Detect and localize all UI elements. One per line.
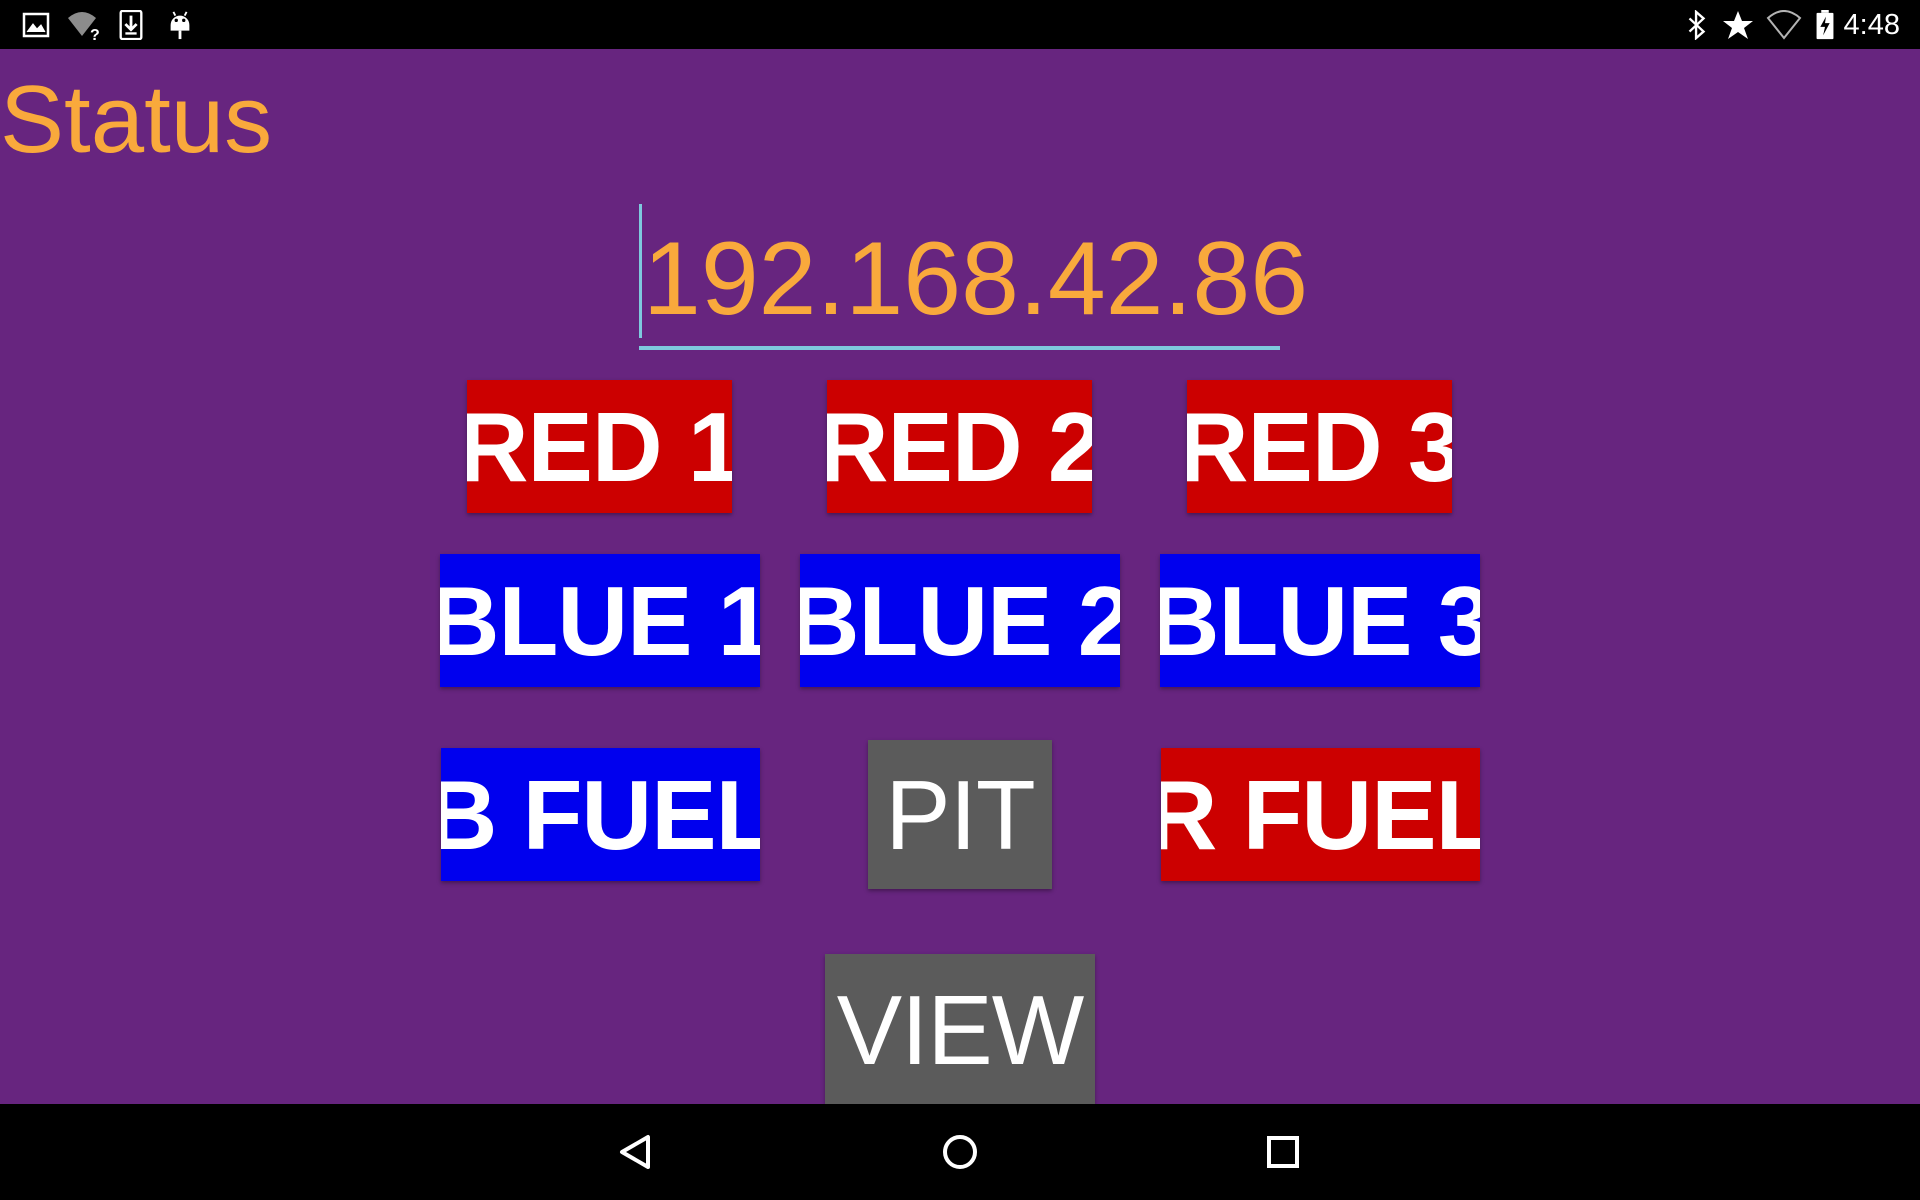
clock: 4:48 bbox=[1843, 9, 1900, 41]
wifi-icon bbox=[1766, 10, 1802, 40]
blue-2-button[interactable]: BLUE 2 bbox=[800, 554, 1120, 687]
bluetooth-icon bbox=[1688, 10, 1706, 40]
pit-button[interactable]: PIT bbox=[868, 740, 1052, 889]
back-icon[interactable] bbox=[608, 1124, 664, 1180]
battery-charging-icon bbox=[1816, 10, 1834, 40]
recents-icon[interactable] bbox=[1255, 1124, 1311, 1180]
page-title: Status bbox=[0, 66, 273, 173]
b-fuel-button[interactable]: B FUEL bbox=[441, 748, 760, 881]
red-3-button[interactable]: RED 3 bbox=[1187, 380, 1452, 513]
wifi-unknown-icon: ? bbox=[68, 12, 100, 40]
status-bar: ? 4:48 bbox=[0, 0, 1920, 49]
home-icon[interactable] bbox=[932, 1124, 988, 1180]
view-button[interactable]: VIEW bbox=[825, 954, 1095, 1106]
text-cursor bbox=[639, 204, 642, 338]
blue-3-button[interactable]: BLUE 3 bbox=[1160, 554, 1480, 687]
red-1-button[interactable]: RED 1 bbox=[467, 380, 732, 513]
red-2-button[interactable]: RED 2 bbox=[827, 380, 1092, 513]
navigation-bar bbox=[0, 1104, 1920, 1200]
svg-text:?: ? bbox=[90, 27, 100, 40]
star-icon bbox=[1723, 11, 1753, 39]
download-icon bbox=[119, 10, 143, 40]
ip-address-field[interactable]: 192.168.42.86 bbox=[639, 204, 1308, 350]
blue-1-button[interactable]: BLUE 1 bbox=[440, 554, 760, 687]
ip-address-value[interactable]: 192.168.42.86 bbox=[643, 220, 1308, 338]
image-icon bbox=[22, 12, 50, 38]
r-fuel-button[interactable]: R FUEL bbox=[1161, 748, 1480, 881]
android-icon bbox=[170, 11, 190, 40]
